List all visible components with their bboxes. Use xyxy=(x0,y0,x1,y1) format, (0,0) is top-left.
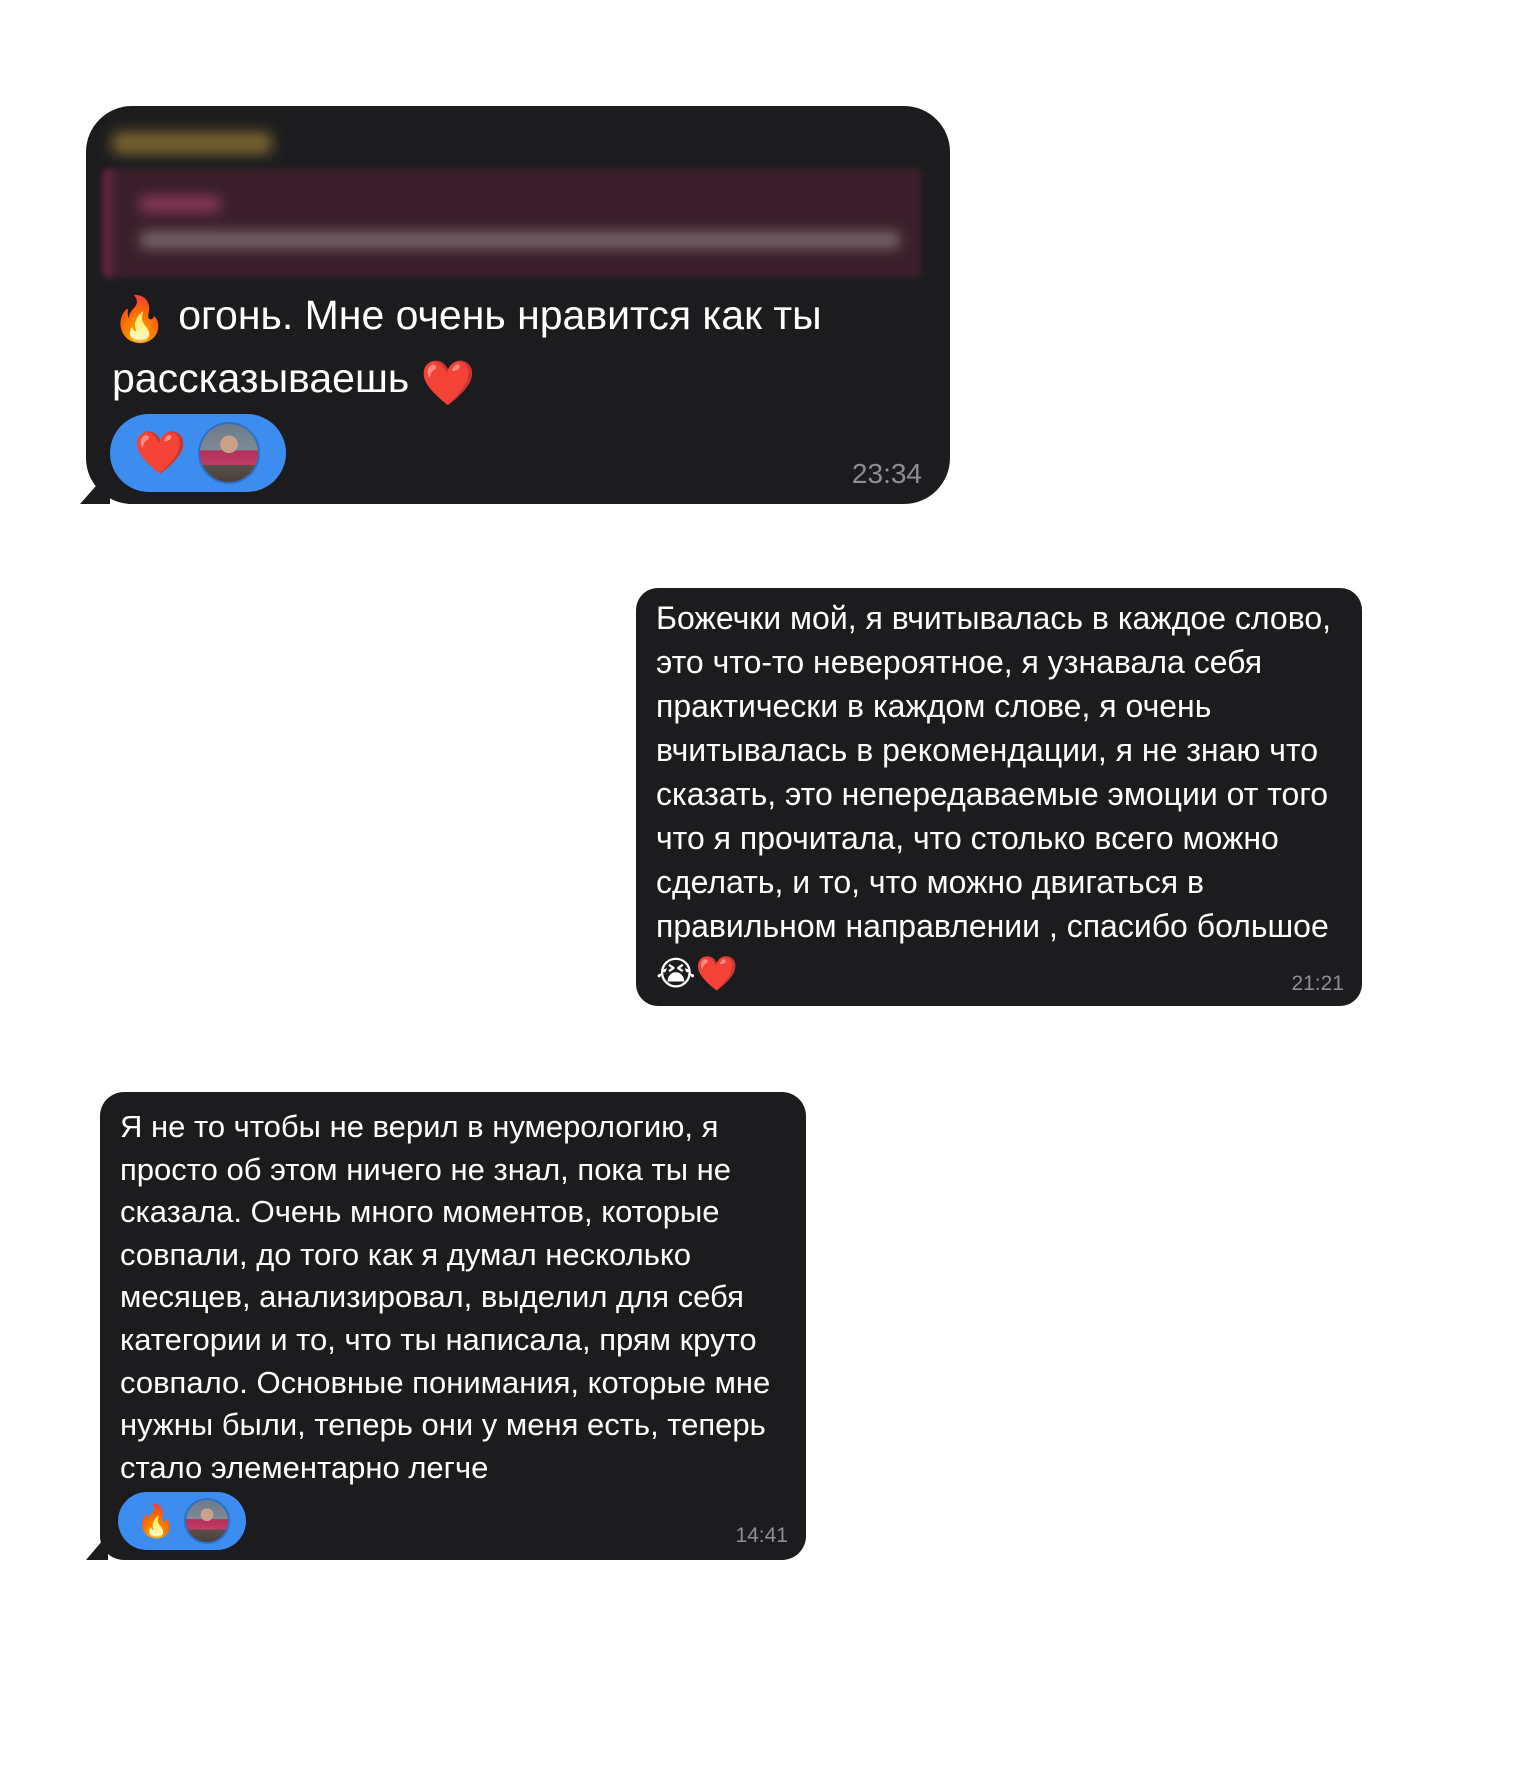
reactor-avatar xyxy=(198,422,261,484)
message-text: Божечки мой, я вчитывалась в каждое слов… xyxy=(656,596,1346,996)
reply-quote-sender xyxy=(140,196,220,212)
fire-emoji: 🔥 xyxy=(112,295,167,345)
reaction-pill[interactable]: 🔥 xyxy=(118,1492,246,1550)
crying-heart-emoji: 😭❤️ xyxy=(656,955,739,994)
bubble-tail-icon xyxy=(86,1534,108,1560)
reply-quote[interactable] xyxy=(86,106,950,278)
bubble-tail-icon xyxy=(80,470,110,504)
reactor-avatar xyxy=(183,1498,230,1544)
message-time: 23:34 xyxy=(851,458,922,489)
reply-quote-box xyxy=(102,168,922,278)
message-bubble-incoming-2[interactable]: Я не то чтобы не верил в нумерологию, я … xyxy=(100,1092,806,1560)
message-bubble-outgoing[interactable]: Божечки мой, я вчитывалась в каждое слов… xyxy=(636,588,1362,1006)
message-text: 🔥 огонь. Мне очень нравится как ты расск… xyxy=(112,286,922,413)
message-bubble-incoming-1[interactable]: 🔥 огонь. Мне очень нравится как ты расск… xyxy=(86,106,950,504)
message-text: Я не то чтобы не верил в нумерологию, я … xyxy=(120,1106,800,1489)
reply-quote-author xyxy=(112,132,272,154)
heart-emoji: ❤️ xyxy=(420,358,476,408)
fire-reaction-icon: 🔥 xyxy=(136,1503,176,1539)
reaction-pill[interactable]: ❤️ xyxy=(110,414,286,492)
message-body: Я не то чтобы не верил в нумерологию, я … xyxy=(120,1109,771,1485)
heart-reaction-icon: ❤️ xyxy=(134,428,187,476)
message-time: 14:41 xyxy=(735,1524,788,1547)
reply-quote-bar xyxy=(102,168,112,278)
reply-quote-text xyxy=(140,232,900,248)
message-time: 21:21 xyxy=(1291,972,1344,995)
message-body: Божечки мой, я вчитывалась в каждое слов… xyxy=(656,600,1332,944)
